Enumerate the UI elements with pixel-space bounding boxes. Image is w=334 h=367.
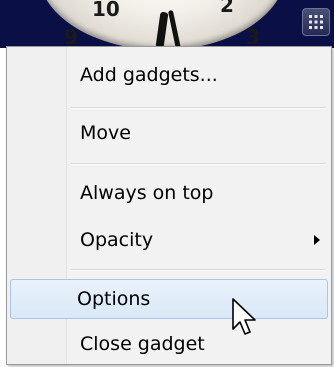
menu-item-label: Move (80, 122, 131, 144)
clock-number-3: 3 (246, 25, 260, 48)
menu-separator (71, 107, 326, 109)
gadget-grid-button[interactable] (302, 8, 330, 36)
menu-item-label: Close gadget (80, 333, 205, 355)
clock-number-10: 10 (92, 0, 120, 21)
menu-item-label: Always on top (80, 182, 214, 204)
gadget-grid-icon (309, 15, 323, 29)
gadget-context-menu: Add gadgets... Move Always on top Opacit… (6, 46, 332, 365)
clock-number-9: 9 (64, 25, 78, 48)
clock-gadget[interactable]: 10 2 9 3 (0, 0, 334, 48)
menu-separator (71, 269, 326, 271)
mouse-pointer-icon (232, 298, 256, 335)
clock-hour-hand (155, 11, 169, 48)
clock-number-2: 2 (220, 0, 234, 17)
menu-item-opacity[interactable]: Opacity (10, 221, 328, 261)
menu-item-label: Opacity (80, 229, 154, 251)
menu-item-close-gadget[interactable]: Close gadget (10, 325, 328, 365)
menu-item-add-gadgets[interactable]: Add gadgets... (10, 56, 328, 96)
menu-item-label: Add gadgets... (80, 64, 218, 86)
menu-item-move[interactable]: Move (10, 114, 328, 154)
clock-face: 10 2 9 3 (38, 0, 286, 48)
menu-item-always-on-top[interactable]: Always on top (10, 174, 328, 214)
menu-item-options[interactable]: Options (10, 279, 328, 319)
submenu-arrow-icon (314, 235, 320, 245)
menu-separator (71, 163, 326, 165)
menu-item-label: Options (77, 288, 151, 310)
clock-minute-hand (167, 9, 182, 48)
screen: 10 2 9 3 Add gadgets... Move Always on t… (0, 0, 334, 367)
